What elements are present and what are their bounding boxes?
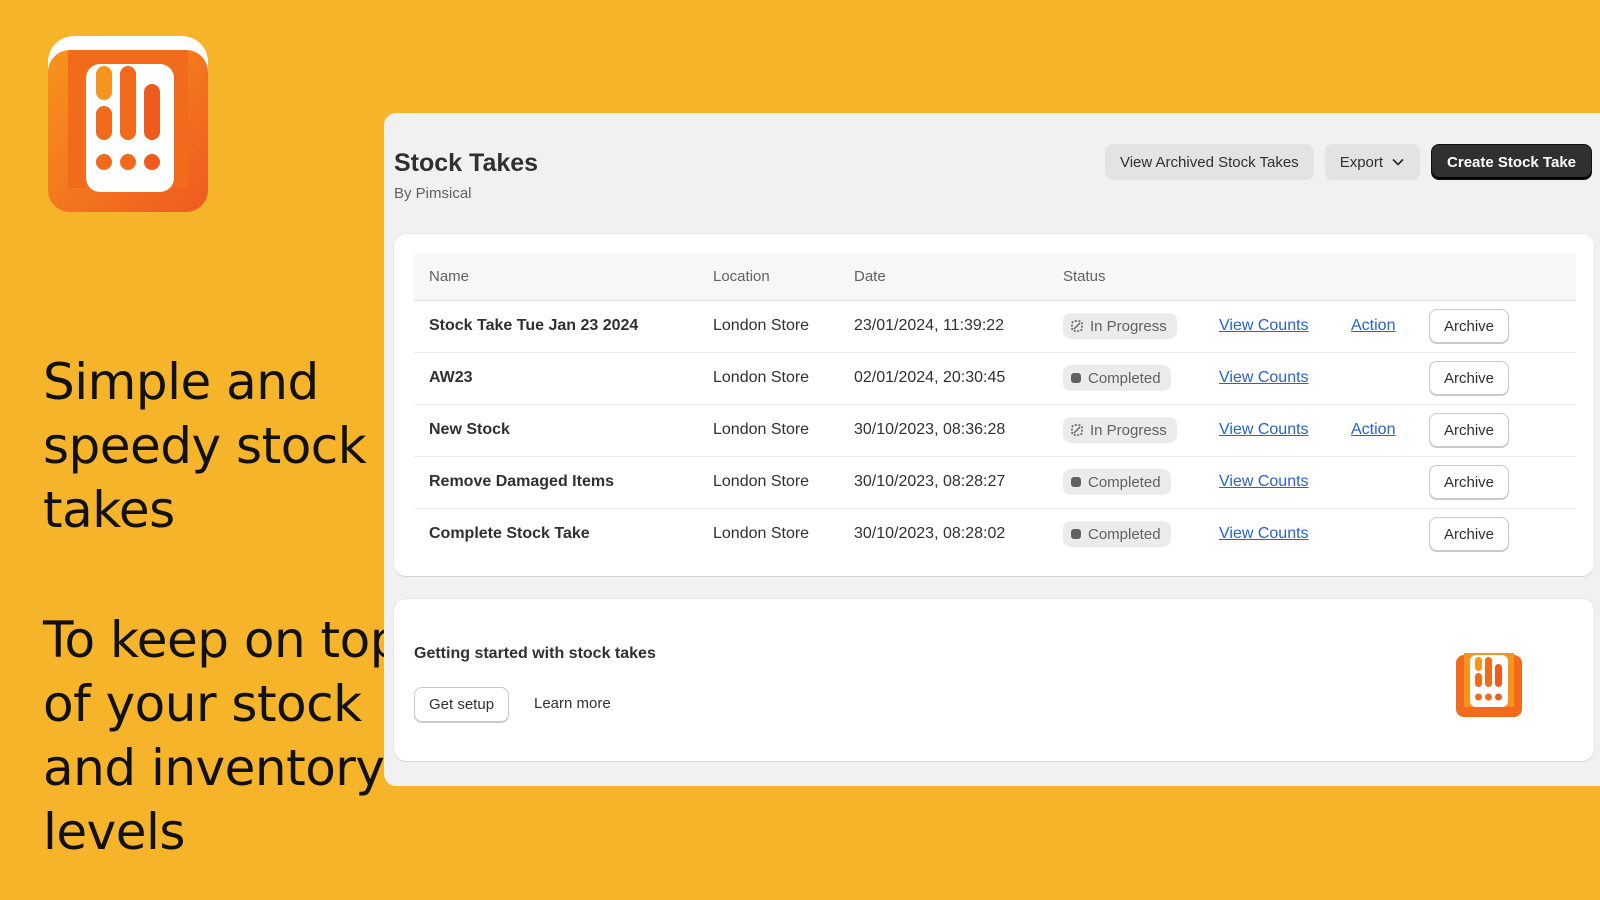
row-date: 23/01/2024, 11:39:22 [854,317,1005,334]
archive-button[interactable]: Archive [1429,309,1510,343]
status-badge: Completed [1063,469,1171,495]
get-setup-button[interactable]: Get setup [414,687,510,722]
status-badge: In Progress [1063,417,1177,443]
archive-button[interactable]: Archive [1429,517,1510,552]
row-action-cell [1336,508,1414,560]
table-row: Remove Damaged Items London Store 30/10/… [414,456,1576,508]
status-label: Completed [1088,525,1161,543]
row-view-cell: View Counts [1204,404,1336,456]
column-header-empty [1336,254,1414,300]
row-date: 30/10/2023, 08:28:02 [854,525,1006,543]
row-name: New Stock [429,421,510,438]
chevron-down-icon [1392,159,1404,166]
table-row: New Stock London Store 30/10/2023, 08:36… [414,404,1576,456]
view-counts-link[interactable]: View Counts [1219,369,1309,386]
row-action-cell [1336,456,1414,508]
row-name: Remove Damaged Items [429,473,614,490]
row-location: London Store [713,525,810,543]
row-status-cell: Completed [1048,508,1204,560]
row-location: London Store [713,317,810,334]
export-button[interactable]: Export [1324,144,1421,180]
row-date: 30/10/2023, 08:36:28 [854,421,1006,438]
table-header-row: Name Location Date Status [414,254,1576,300]
row-action-cell: Action [1336,300,1414,352]
row-status-cell: Completed [1048,352,1204,404]
view-counts-link[interactable]: View Counts [1219,421,1309,438]
status-label: In Progress [1090,421,1167,439]
in-progress-icon [1071,424,1083,436]
row-archive-cell: Archive [1414,300,1576,352]
row-archive-cell: Archive [1414,404,1576,456]
stock-takes-table-card: Name Location Date Status Stock Take Tue… [394,234,1594,576]
getting-started-title: Getting started with stock takes [414,645,656,662]
in-progress-icon [1071,320,1083,332]
column-header-date: Date [854,268,886,286]
row-location: London Store [713,421,810,438]
completed-icon [1071,373,1081,383]
row-view-cell: View Counts [1204,300,1336,352]
status-badge: In Progress [1063,313,1177,339]
table-row: Complete Stock Take London Store 30/10/2… [414,508,1576,560]
row-archive-cell: Archive [1414,508,1576,560]
row-view-cell: View Counts [1204,456,1336,508]
view-counts-link[interactable]: View Counts [1219,317,1309,334]
marketing-subline: To keep on top of your stock and invento… [43,611,401,861]
row-location: London Store [713,369,810,386]
page-subtitle: By Pimsical [394,185,472,202]
row-name: Stock Take Tue Jan 23 2024 [429,317,639,334]
action-link[interactable]: Action [1351,317,1395,334]
table-row: AW23 London Store 02/01/2024, 20:30:45 C… [414,352,1576,404]
app-panel: Stock Takes By Pimsical View Archived St… [384,113,1600,786]
view-archived-button[interactable]: View Archived Stock Takes [1104,144,1314,180]
row-action-cell [1336,352,1414,404]
app-logo [48,36,208,212]
status-label: Completed [1088,473,1161,491]
export-label: Export [1339,153,1384,171]
action-link[interactable]: Action [1351,421,1395,438]
column-header-location: Location [713,268,770,286]
archive-button[interactable]: Archive [1429,465,1510,499]
row-archive-cell: Archive [1414,456,1576,508]
row-action-cell: Action [1336,404,1414,456]
archive-button[interactable]: Archive [1429,361,1510,395]
row-date: 30/10/2023, 08:28:27 [854,473,1006,490]
column-header-empty [1414,254,1576,300]
row-name: AW23 [429,369,473,386]
completed-icon [1071,477,1081,487]
completed-icon [1071,529,1081,540]
header-actions: View Archived Stock Takes Export Create … [1104,144,1592,180]
row-location: London Store [713,473,810,490]
marketing-headline: Simple and speedy stock takes [43,353,367,539]
row-view-cell: View Counts [1204,352,1336,404]
row-status-cell: In Progress [1048,404,1204,456]
column-header-name: Name [429,268,470,286]
row-status-cell: In Progress [1048,300,1204,352]
row-date: 02/01/2024, 20:30:45 [854,369,1006,386]
column-header-status: Status [1063,268,1106,286]
view-counts-link[interactable]: View Counts [1219,525,1309,542]
page-title: Stock Takes [394,149,539,177]
status-label: Completed [1088,369,1161,387]
view-counts-link[interactable]: View Counts [1219,473,1309,490]
stock-takes-table: Name Location Date Status Stock Take Tue… [414,254,1576,560]
archive-button[interactable]: Archive [1429,413,1510,447]
row-view-cell: View Counts [1204,508,1336,560]
table-row: Stock Take Tue Jan 23 2024 London Store … [414,300,1576,352]
app-logo-small [1456,653,1522,717]
status-badge: Completed [1063,521,1171,548]
getting-started-card: Getting started with stock takes Get set… [394,599,1594,761]
row-name: Complete Stock Take [429,525,590,543]
status-label: In Progress [1090,317,1167,335]
create-stock-take-button[interactable]: Create Stock Take [1431,144,1592,180]
column-header-empty [1204,254,1336,300]
row-archive-cell: Archive [1414,352,1576,404]
status-badge: Completed [1063,365,1171,391]
row-status-cell: Completed [1048,456,1204,508]
learn-more-link[interactable]: Learn more [534,695,611,712]
